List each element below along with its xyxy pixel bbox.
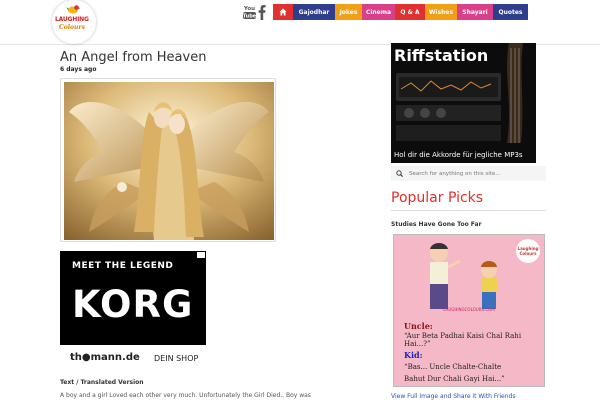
kid-quote-line-2: Bahut Dur Chali Gayi Hai...” <box>404 375 505 383</box>
nav-home[interactable] <box>273 4 293 20</box>
logo-text-bottom: Colours <box>59 24 85 31</box>
laughing-colours-badge: Laughing Colours <box>516 239 540 263</box>
korg-ad-store: th●mann.de <box>70 352 140 363</box>
sidebar-search <box>391 166 546 181</box>
post-image[interactable] <box>60 78 276 242</box>
riffstation-ad-subtitle: Hol dir die Akkorde für jegliche MP3s <box>394 151 523 159</box>
search-icon[interactable] <box>396 170 403 177</box>
youtube-icon[interactable]: You Tube <box>243 4 256 20</box>
popular-picks-heading: Popular Picks <box>391 190 484 206</box>
ad-choices-icon[interactable] <box>197 252 205 258</box>
riffstation-ad[interactable]: Riffstation Hol dir die Akkorde für jegl… <box>391 43 536 163</box>
korg-ad-cta[interactable]: DEIN SHOP <box>154 354 198 363</box>
nav-shayari[interactable]: Shayari <box>457 4 493 20</box>
angel-illustration <box>64 82 274 240</box>
riffstation-ad-title: Riffstation <box>394 46 489 65</box>
korg-ad-headline: MEET THE LEGEND <box>72 261 174 271</box>
site-logo[interactable]: LAUGHING Colours <box>52 0 96 44</box>
search-input[interactable] <box>409 167 539 180</box>
svg-text:Tube: Tube <box>243 14 256 20</box>
post-date: 6 days ago <box>60 66 97 73</box>
svg-text:You: You <box>243 6 255 12</box>
nav-jokes[interactable]: Jokes <box>335 4 362 20</box>
nav-qa[interactable]: Q & A <box>395 4 425 20</box>
main-nav: Gajodhar Jokes Cinema Q & A Wishes Shaya… <box>273 4 528 20</box>
nav-wishes[interactable]: Wishes <box>425 4 457 20</box>
korg-ad-brand: KORG <box>72 283 194 326</box>
nav-gajodhar[interactable]: Gajodhar <box>293 4 335 20</box>
divider <box>391 210 546 211</box>
post-body-text: A boy and a girl Loved each other very m… <box>60 392 311 399</box>
kid-quote-line-1: “Bas... Uncle Chalte-Chalte <box>404 363 502 371</box>
text-version-heading: Text / Translated Version <box>60 379 144 386</box>
post-title: An Angel from Heaven <box>60 50 207 65</box>
facebook-icon[interactable] <box>258 4 266 20</box>
kid-quote: “Bas... Uncle Chalte-Chalte Bahut Dur Ch… <box>404 361 505 385</box>
watermark: LAUGHINGCOLOURS.COM <box>443 307 495 312</box>
kid-label: Kid: <box>404 350 423 360</box>
bird-icon <box>66 5 80 14</box>
nav-cinema[interactable]: Cinema <box>362 4 395 20</box>
uncle-label: Uncle: <box>404 321 433 331</box>
nav-quotes[interactable]: Quotes <box>493 4 528 20</box>
pick-title[interactable]: Studies Have Gone Too Far <box>391 221 482 228</box>
home-icon <box>279 8 287 16</box>
uncle-quote: “Aur Beta Padhai Kaisi Chal Rahi Hai...?… <box>404 332 522 348</box>
view-full-image-link[interactable]: View Full Image and Share it With Friend… <box>391 393 515 400</box>
logo-text-top: LAUGHING <box>55 16 89 23</box>
korg-ad[interactable]: MEET THE LEGEND KORG th●mann.de DEIN SHO… <box>60 251 206 372</box>
pick-image[interactable]: Laughing Colours LAUGHINGCOLOURS.COM Unc… <box>393 234 545 387</box>
